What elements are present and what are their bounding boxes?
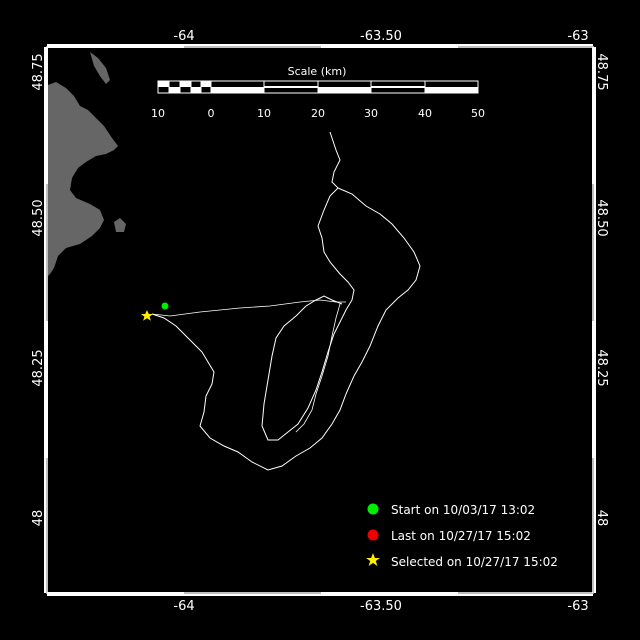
legend: Start on 10/03/17 13:02 Last on 10/27/17…	[366, 503, 558, 569]
scale-title: Scale (km)	[288, 65, 347, 78]
legend-last-icon	[367, 529, 379, 541]
scale-tick: 10	[257, 107, 271, 120]
legend-last-label: Last on 10/27/17 15:02	[391, 529, 531, 543]
lon-label-top: -63.50	[360, 29, 402, 44]
track-map: Scale (km) 10 0 10 20 30 40 50 -64 -63.5…	[31, 29, 609, 614]
lat-label-right: 48.75	[594, 53, 609, 90]
scale-tick: 30	[364, 107, 378, 120]
lat-label-left: 48	[31, 510, 46, 527]
lon-label-bottom: -63.50	[360, 599, 402, 614]
lon-label-bottom: -63	[567, 599, 588, 614]
lat-label-left: 48.25	[31, 349, 46, 386]
legend-selected-label: Selected on 10/27/17 15:02	[391, 555, 558, 569]
legend-start-icon	[367, 503, 379, 515]
lon-label-top: -64	[173, 29, 194, 44]
scale-tick: 50	[471, 107, 485, 120]
scale-tick: 0	[208, 107, 215, 120]
lon-label-bottom: -64	[173, 599, 194, 614]
scale-tick: 40	[418, 107, 432, 120]
start-marker	[161, 302, 169, 310]
scale-tick: 20	[311, 107, 325, 120]
lat-label-right: 48.25	[594, 349, 609, 386]
lon-label-top: -63	[567, 29, 588, 44]
lat-label-right: 48.50	[594, 199, 609, 236]
scale-tick: 10	[151, 107, 165, 120]
legend-start-label: Start on 10/03/17 13:02	[391, 503, 535, 517]
lat-label-right: 48	[594, 510, 609, 527]
lat-label-left: 48.50	[31, 199, 46, 236]
lat-label-left: 48.75	[31, 53, 46, 90]
